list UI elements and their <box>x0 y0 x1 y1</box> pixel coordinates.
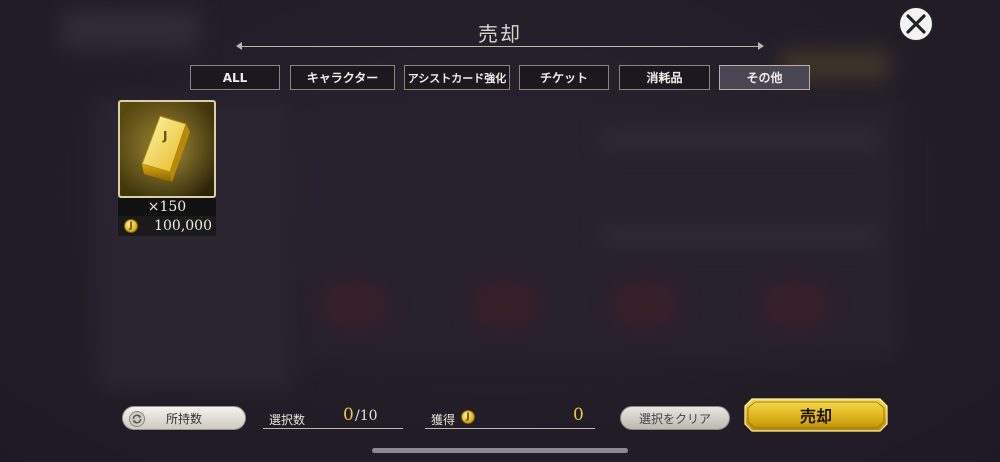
tab-all[interactable]: ALL <box>190 65 280 90</box>
tab-assist-card[interactable]: アシストカード強化 <box>404 65 510 90</box>
page-title: 売却 <box>478 22 522 46</box>
close-button[interactable] <box>898 6 934 42</box>
item-card[interactable]: J ×150 100,000 <box>118 100 216 238</box>
selected-count-label: 選択数 <box>269 413 306 427</box>
tab-character[interactable]: キャラクター <box>290 65 395 90</box>
gain-total: 獲得 0 <box>425 405 595 429</box>
tab-ticket[interactable]: チケット <box>519 65 609 90</box>
sell-button[interactable]: 売却 <box>744 398 888 432</box>
gold-coin-icon <box>124 219 138 233</box>
selected-count-value: 0 <box>343 405 354 425</box>
selected-count: 選択数 0 /10 <box>263 405 403 429</box>
selected-count-max: /10 <box>355 408 378 424</box>
item-price-value: 100,000 <box>154 218 212 234</box>
refresh-icon <box>129 411 145 427</box>
close-icon <box>906 14 926 34</box>
gain-value: 0 <box>573 405 584 425</box>
clear-selection-button[interactable]: 選択をクリア <box>620 406 730 430</box>
gain-label: 獲得 <box>431 413 456 427</box>
owned-count-label: 所持数 <box>165 411 202 426</box>
item-price: 100,000 <box>118 216 216 236</box>
tab-consumables[interactable]: 消耗品 <box>619 65 710 90</box>
home-indicator[interactable] <box>372 448 628 453</box>
item-count: ×150 <box>118 198 216 216</box>
title-divider <box>236 42 764 50</box>
owned-count-button[interactable]: 所持数 <box>122 406 246 430</box>
sell-button-label: 売却 <box>799 407 832 426</box>
tab-others[interactable]: その他 <box>719 65 810 90</box>
svg-text:J: J <box>162 129 167 143</box>
gold-bar-icon: J <box>120 102 214 196</box>
gold-coin-icon <box>461 410 475 424</box>
item-frame: J <box>118 100 216 198</box>
